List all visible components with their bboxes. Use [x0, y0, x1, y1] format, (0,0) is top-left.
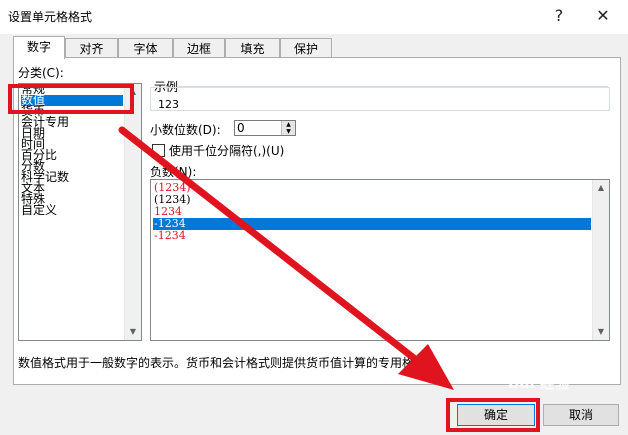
- watermark-icon: Bai 经验: [508, 374, 570, 392]
- annotation-arrow-icon: [118, 126, 454, 390]
- tab-number[interactable]: 数字: [13, 36, 65, 59]
